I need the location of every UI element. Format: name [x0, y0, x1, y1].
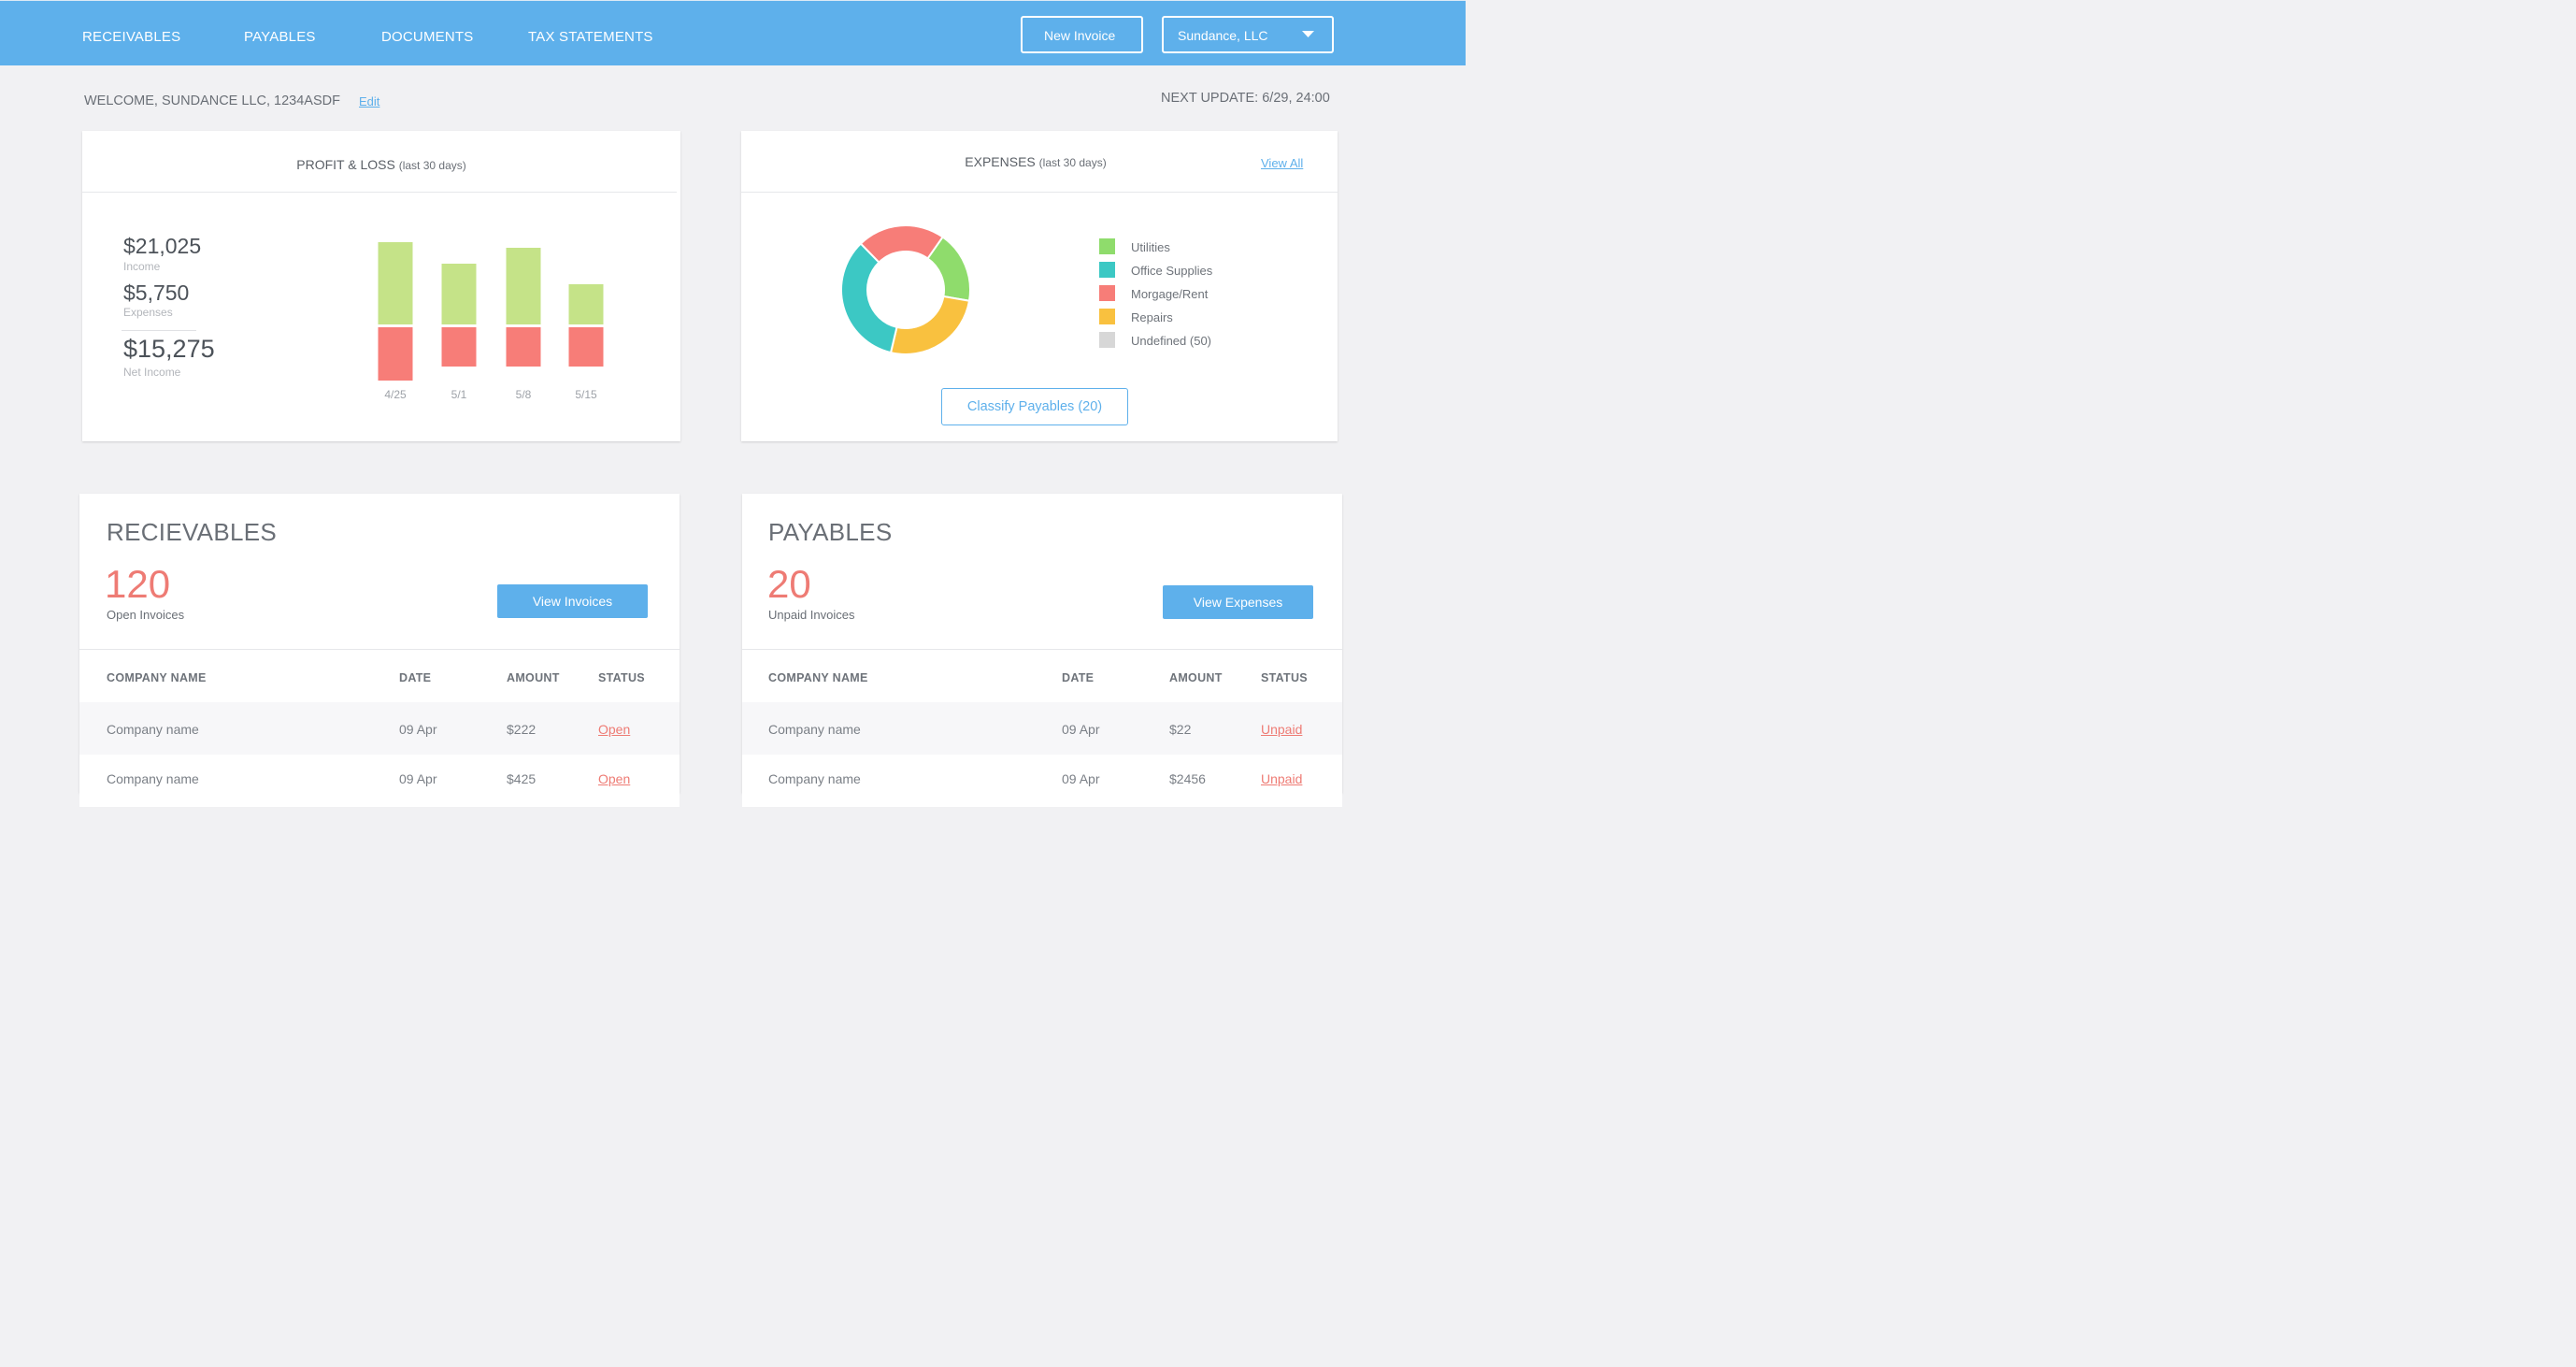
view-expenses-button[interactable]: View Expenses	[1163, 585, 1313, 619]
cell-amount: $425	[507, 771, 537, 786]
legend-swatch-utilities	[1099, 238, 1115, 254]
payables-card: PAYABLES 20 Unpaid Invoices View Expense…	[742, 494, 1342, 807]
status-link[interactable]: Open	[598, 771, 630, 786]
profit-loss-bar-chart	[378, 242, 604, 381]
income-label: Income	[123, 260, 161, 273]
new-invoice-label: New Invoice	[1044, 28, 1116, 43]
legend-swatch-repairs	[1099, 309, 1115, 324]
donut-slice-office-supplies	[840, 242, 898, 354]
open-invoices-label: Open Invoices	[107, 608, 185, 622]
table-row[interactable]: Company name 09 Apr $2456 Unpaid	[742, 755, 1342, 807]
expenses-title: EXPENSES (last 30 days)	[741, 154, 1330, 169]
cell-amount: $22	[1169, 722, 1192, 737]
legend-repairs: Repairs	[1131, 310, 1173, 324]
cell-company: Company name	[107, 771, 199, 786]
card-divider	[741, 192, 1338, 193]
cell-company: Company name	[107, 722, 199, 737]
receivables-card: RECIEVABLES 120 Open Invoices View Invoi…	[79, 494, 680, 807]
card-divider	[82, 192, 677, 193]
account-dropdown-label: Sundance, LLC	[1178, 28, 1268, 43]
column-header-amount[interactable]: AMOUNT	[1169, 671, 1223, 684]
unpaid-invoices-label: Unpaid Invoices	[768, 608, 855, 622]
legend-office-supplies: Office Supplies	[1131, 264, 1213, 278]
new-invoice-button[interactable]: New Invoice	[1021, 16, 1143, 53]
income-value: $21,025	[123, 234, 202, 258]
column-header-date[interactable]: DATE	[1062, 671, 1094, 684]
open-invoices-count: 120	[105, 562, 171, 606]
expense-bar-5-8	[506, 327, 541, 367]
donut-slice-repairs	[889, 295, 971, 355]
cell-company: Company name	[768, 722, 861, 737]
legend-undefined: Undefined (50)	[1131, 334, 1211, 348]
account-dropdown[interactable]: Sundance, LLC	[1162, 16, 1334, 53]
x-tick-label: 5/8	[515, 388, 532, 401]
legend-swatch-mortgage-rent	[1099, 285, 1115, 301]
nav-documents[interactable]: DOCUMENTS	[381, 29, 473, 45]
expenses-value: $5,750	[123, 281, 190, 305]
nav-tax-statements[interactable]: TAX STATEMENTS	[528, 29, 653, 45]
summary-divider	[122, 330, 196, 331]
cell-amount: $2456	[1169, 771, 1206, 786]
expense-bar-5-15	[568, 327, 604, 367]
legend-mortgage-rent: Morgage/Rent	[1131, 287, 1209, 301]
view-invoices-button[interactable]: View Invoices	[497, 584, 648, 618]
expenses-donut-chart	[840, 224, 971, 355]
income-bar-5-1	[441, 264, 477, 324]
column-header-amount[interactable]: AMOUNT	[507, 671, 560, 684]
legend-swatch-undefined	[1099, 332, 1115, 348]
cell-date: 09 Apr	[399, 771, 437, 786]
status-link[interactable]: Unpaid	[1261, 771, 1302, 786]
table-row[interactable]: Company name 09 Apr $425 Open	[79, 755, 680, 807]
column-header-status[interactable]: STATUS	[598, 671, 645, 684]
view-all-link[interactable]: View All	[1261, 156, 1303, 170]
unpaid-invoices-count: 20	[767, 562, 811, 606]
nav-receivables[interactable]: RECEIVABLES	[82, 29, 180, 45]
cell-company: Company name	[768, 771, 861, 786]
expenses-card: EXPENSES (last 30 days) View All Utiliti…	[741, 131, 1338, 441]
chevron-down-icon	[1302, 31, 1314, 37]
income-bar-4-25	[378, 242, 413, 324]
card-divider	[79, 649, 680, 650]
top-navigation-bar: RECEIVABLES PAYABLES DOCUMENTS TAX STATE…	[0, 0, 1466, 65]
table-row[interactable]: Company name 09 Apr $222 Open	[79, 702, 680, 755]
income-bar-5-15	[568, 284, 604, 324]
card-divider	[742, 649, 1342, 650]
next-update-text: NEXT UPDATE: 6/29, 24:00	[1161, 91, 1330, 106]
table-row[interactable]: Company name 09 Apr $22 Unpaid	[742, 702, 1342, 755]
nav-payables[interactable]: PAYABLES	[244, 29, 316, 45]
legend-swatch-office-supplies	[1099, 262, 1115, 278]
net-income-value: $15,275	[123, 335, 215, 363]
status-link[interactable]: Open	[598, 722, 630, 737]
cell-date: 09 Apr	[1062, 722, 1100, 737]
expense-bar-4-25	[378, 327, 413, 381]
cell-date: 09 Apr	[1062, 771, 1100, 786]
receivables-title: RECIEVABLES	[107, 518, 277, 546]
legend-utilities: Utilities	[1131, 240, 1170, 254]
column-header-date[interactable]: DATE	[399, 671, 431, 684]
x-tick-label: 4/25	[384, 388, 407, 401]
profit-loss-card: PROFIT & LOSS (last 30 days) $21,025 Inc…	[82, 131, 680, 441]
expenses-label: Expenses	[123, 306, 173, 319]
edit-link[interactable]: Edit	[359, 94, 379, 108]
expense-bar-5-1	[441, 327, 477, 367]
column-header-company[interactable]: COMPANY NAME	[768, 671, 868, 684]
status-link[interactable]: Unpaid	[1261, 722, 1302, 737]
net-income-label: Net Income	[123, 366, 181, 379]
cell-amount: $222	[507, 722, 537, 737]
classify-payables-button[interactable]: Classify Payables (20)	[941, 388, 1128, 425]
x-tick-label: 5/1	[451, 388, 467, 401]
cell-date: 09 Apr	[399, 722, 437, 737]
welcome-text: WELCOME, SUNDANCE LLC, 1234ASDF	[84, 94, 340, 108]
column-header-company[interactable]: COMPANY NAME	[107, 671, 207, 684]
column-header-status[interactable]: STATUS	[1261, 671, 1308, 684]
profit-loss-title: PROFIT & LOSS (last 30 days)	[82, 157, 680, 172]
profit-loss-subtitle: (last 30 days)	[398, 159, 466, 172]
expenses-title-text: EXPENSES	[965, 154, 1036, 169]
x-tick-label: 5/15	[575, 388, 597, 401]
income-bar-5-8	[506, 248, 541, 324]
payables-title: PAYABLES	[768, 518, 893, 546]
expenses-subtitle: (last 30 days)	[1038, 156, 1107, 169]
profit-loss-title-text: PROFIT & LOSS	[296, 157, 395, 172]
